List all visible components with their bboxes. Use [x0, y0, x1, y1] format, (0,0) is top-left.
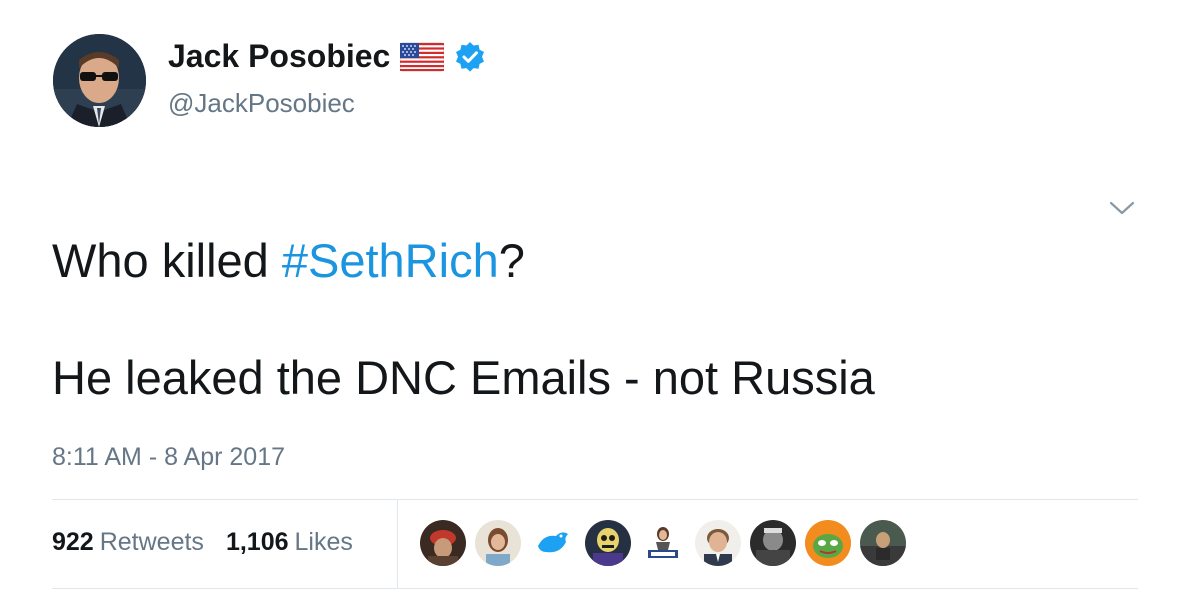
us-flag-icon	[399, 41, 445, 73]
divider-vertical	[397, 500, 398, 588]
hashtag-link[interactable]: #SethRich	[282, 234, 499, 287]
author-name-row[interactable]: Jack Posobiec	[168, 38, 486, 75]
liker-avatar[interactable]	[860, 520, 906, 566]
liker-avatar[interactable]	[420, 520, 466, 566]
likes-count: 1,106	[225, 528, 289, 556]
likes-stat[interactable]: 1,106 Likes	[226, 528, 353, 557]
tweet-text-suffix: ?	[498, 234, 525, 287]
tweet-text: Who killed #SethRich? He leaked the DNC …	[52, 232, 875, 407]
liker-avatar[interactable]	[750, 520, 796, 566]
tweet-timestamp[interactable]: 8:11 AM - 8 Apr 2017	[52, 443, 285, 472]
chevron-down-icon[interactable]	[1108, 198, 1136, 218]
liker-avatar[interactable]	[585, 520, 631, 566]
author-avatar[interactable]	[53, 34, 146, 127]
author-handle[interactable]: @JackPosobiec	[168, 88, 355, 119]
verified-badge-icon	[454, 41, 486, 73]
tweet-text-line2: He leaked the DNC Emails - not Russia	[52, 351, 875, 404]
liker-avatar[interactable]	[640, 520, 686, 566]
tweet-stats: 922 Retweets 1,106 Likes	[52, 528, 353, 557]
liker-avatar[interactable]	[475, 520, 521, 566]
divider-top	[52, 499, 1138, 500]
liker-avatar[interactable]	[805, 520, 851, 566]
liker-avatar[interactable]	[695, 520, 741, 566]
liker-avatar[interactable]	[530, 520, 576, 566]
tweet-text-prefix: Who killed	[52, 234, 282, 287]
retweets-count: 922	[52, 528, 94, 556]
liker-avatars	[420, 520, 906, 566]
retweets-label: Retweets	[99, 528, 204, 556]
author-display-name[interactable]: Jack Posobiec	[168, 38, 390, 75]
likes-label: Likes	[294, 528, 353, 556]
divider-bottom	[52, 588, 1138, 589]
retweets-stat[interactable]: 922 Retweets	[52, 528, 204, 557]
